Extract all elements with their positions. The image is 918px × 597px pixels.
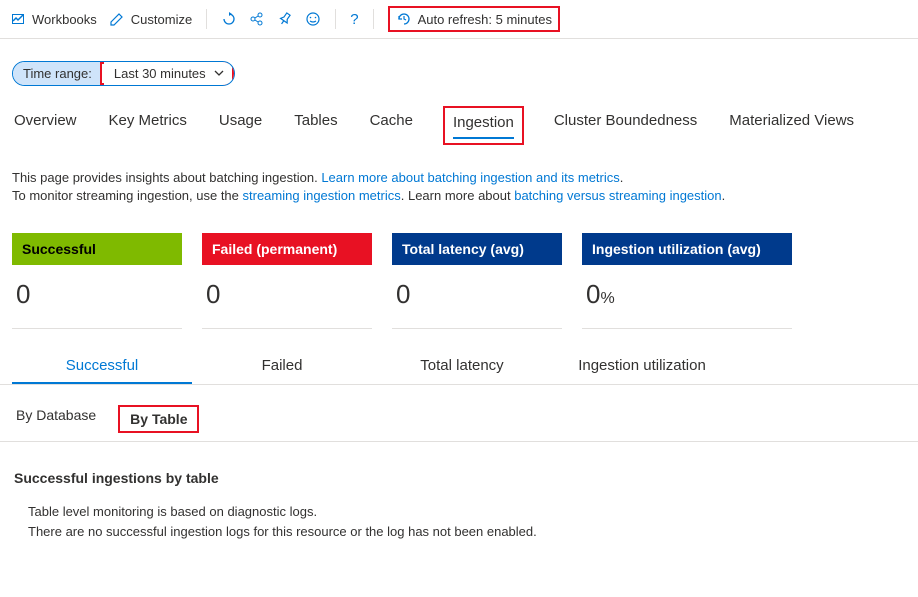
card-successful-value: 0: [12, 265, 182, 329]
history-icon: [396, 11, 412, 27]
card-utilization-value: 0%: [582, 265, 792, 329]
tab-tables[interactable]: Tables: [292, 106, 339, 145]
pin-icon[interactable]: [277, 11, 293, 27]
card-failed: Failed (permanent) 0: [202, 233, 372, 329]
card-utilization: Ingestion utilization (avg) 0%: [582, 233, 792, 329]
auto-refresh-button[interactable]: Auto refresh: 5 minutes: [388, 6, 560, 32]
workbook-icon: [10, 11, 26, 27]
tab-ingestion-highlight: Ingestion: [443, 106, 524, 145]
workbooks-button[interactable]: Workbooks: [10, 11, 97, 27]
help-button[interactable]: ?: [350, 11, 358, 28]
sub-tabs: Successful Failed Total latency Ingestio…: [0, 329, 918, 385]
section-title: Successful ingestions by table: [0, 441, 918, 494]
link-batching-metrics[interactable]: Learn more about batching ingestion and …: [321, 170, 619, 185]
sub-tab-failed[interactable]: Failed: [192, 349, 372, 384]
group-by-database[interactable]: By Database: [14, 405, 98, 433]
tab-cluster-boundedness[interactable]: Cluster Boundedness: [552, 106, 699, 145]
toolbar: Workbooks Customize ? Auto refresh: 5 mi…: [0, 0, 918, 39]
toolbar-divider: [373, 9, 374, 29]
description-text: This page provides insights about batchi…: [0, 145, 918, 215]
main-tabs: Overview Key Metrics Usage Tables Cache …: [0, 98, 918, 145]
group-by-table[interactable]: By Table: [128, 409, 189, 429]
stat-cards: Successful 0 Failed (permanent) 0 Total …: [0, 215, 918, 329]
card-latency-title: Total latency (avg): [392, 233, 562, 265]
card-utilization-title: Ingestion utilization (avg): [582, 233, 792, 265]
link-streaming-metrics[interactable]: streaming ingestion metrics: [243, 188, 401, 203]
time-range-row: Time range: Last 30 minutes: [0, 39, 918, 98]
sub-tab-successful[interactable]: Successful: [12, 349, 192, 384]
link-batch-vs-stream[interactable]: batching versus streaming ingestion: [514, 188, 721, 203]
customize-button[interactable]: Customize: [109, 11, 192, 27]
tab-key-metrics[interactable]: Key Metrics: [107, 106, 189, 145]
card-latency: Total latency (avg) 0: [392, 233, 562, 329]
section-body: Table level monitoring is based on diagn…: [0, 494, 918, 561]
card-failed-title: Failed (permanent): [202, 233, 372, 265]
group-by-table-highlight: By Table: [118, 405, 199, 433]
customize-label: Customize: [131, 12, 192, 27]
sub-tab-utilization[interactable]: Ingestion utilization: [552, 349, 732, 384]
tab-ingestion[interactable]: Ingestion: [453, 112, 514, 139]
toolbar-divider: [335, 9, 336, 29]
time-range-value: Last 30 minutes: [104, 62, 230, 85]
tab-cache[interactable]: Cache: [368, 106, 415, 145]
auto-refresh-label: Auto refresh: 5 minutes: [418, 12, 552, 27]
toolbar-divider: [206, 9, 207, 29]
tab-materialized-views[interactable]: Materialized Views: [727, 106, 856, 145]
card-failed-value: 0: [202, 265, 372, 329]
card-successful: Successful 0: [12, 233, 182, 329]
group-tabs: By Database By Table: [0, 385, 918, 441]
card-latency-value: 0: [392, 265, 562, 329]
pencil-icon: [109, 11, 125, 27]
workbooks-label: Workbooks: [32, 12, 97, 27]
chevron-down-icon: [214, 68, 224, 78]
time-range-label: Time range:: [13, 62, 102, 85]
card-successful-title: Successful: [12, 233, 182, 265]
tab-usage[interactable]: Usage: [217, 106, 264, 145]
share-icon[interactable]: [249, 11, 265, 27]
tab-overview[interactable]: Overview: [12, 106, 79, 145]
refresh-icon[interactable]: [221, 11, 237, 27]
feedback-icon[interactable]: [305, 11, 321, 27]
sub-tab-latency[interactable]: Total latency: [372, 349, 552, 384]
time-range-dropdown[interactable]: Time range: Last 30 minutes: [12, 61, 235, 86]
